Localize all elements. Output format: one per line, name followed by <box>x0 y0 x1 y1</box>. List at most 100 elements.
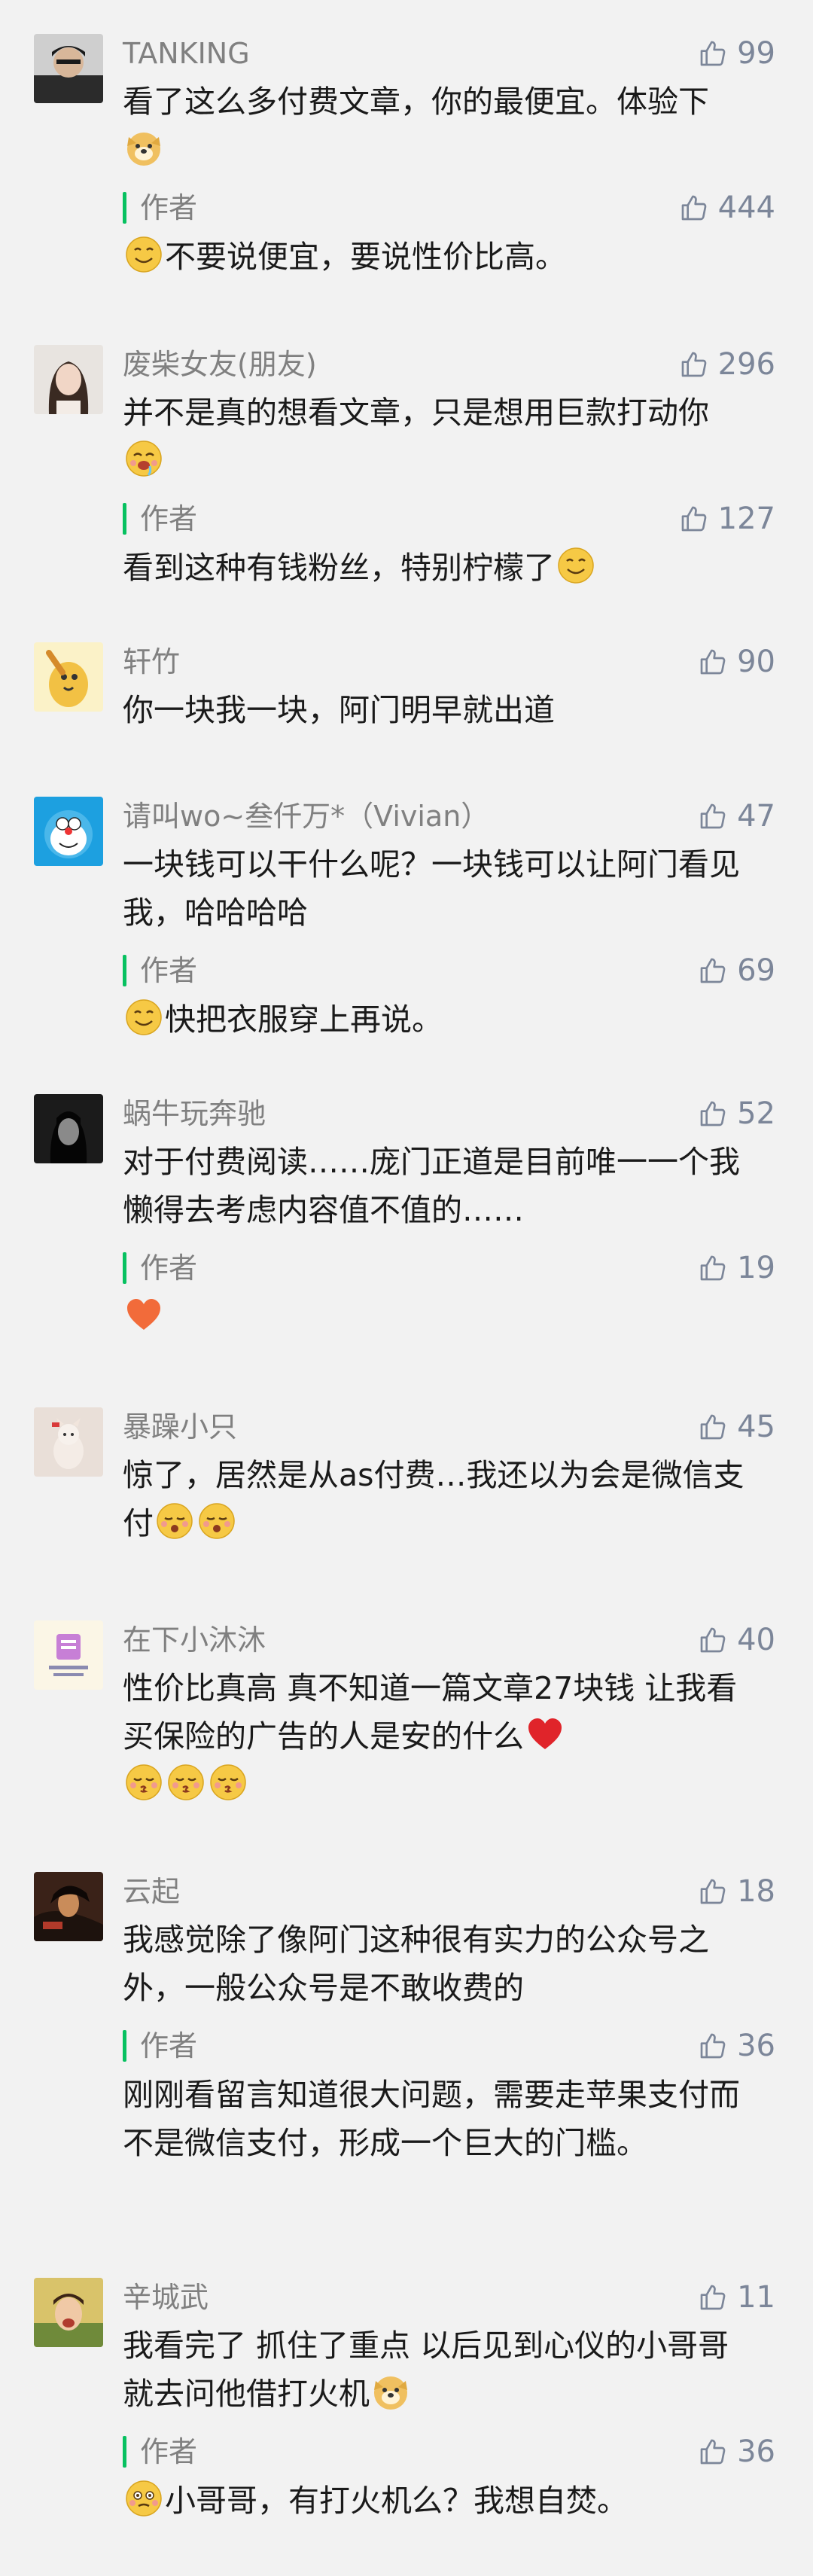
reply-text-body: 小哥哥，有打火机么？我想自焚。 <box>165 2483 628 2519</box>
like-count: 45 <box>737 1410 775 1444</box>
reply-text: 小哥哥，有打火机么？我想自焚。 <box>123 2477 748 2525</box>
nickname[interactable]: 辛城武 <box>123 2278 209 2317</box>
thumbs-up-icon <box>700 41 726 66</box>
like-button[interactable]: 40 <box>698 1620 775 1660</box>
thumbs-up-icon <box>700 1414 726 1440</box>
reply-text: 快把衣服穿上再说。 <box>123 995 748 1044</box>
nickname[interactable]: 轩竹 <box>123 642 180 681</box>
thumbs-up-icon <box>681 352 707 377</box>
thumbs-up-icon <box>700 2285 726 2310</box>
avatar[interactable] <box>34 797 103 866</box>
thumbs-up-icon <box>700 958 726 983</box>
nickname[interactable]: 请叫wo~叁仟万*（Vivian） <box>123 797 489 836</box>
like-count: 36 <box>737 2434 775 2469</box>
nickname[interactable]: 暴躁小只 <box>123 1407 237 1447</box>
reply-like-button[interactable]: 36 <box>698 2026 775 2065</box>
reply-text: 看到这种有钱粉丝，特别柠檬了 <box>123 544 748 592</box>
like-button[interactable]: 47 <box>698 797 775 836</box>
comment-text-body: 并不是真的想看文章，只是想用巨款打动你 <box>123 395 709 431</box>
smile-emoji-icon <box>124 998 163 1037</box>
author-bar <box>123 192 126 224</box>
doge-emoji-icon <box>124 128 163 167</box>
thumbs-up-icon <box>681 195 707 221</box>
like-count: 444 <box>717 191 775 225</box>
like-count: 90 <box>737 645 775 679</box>
author-label: 作者 <box>140 502 198 535</box>
reply-like-button[interactable]: 444 <box>679 188 775 227</box>
author-bar <box>123 2030 126 2062</box>
comment-item: 暴躁小只 45 惊了，居然是从as付费…我还以为会是微信支付 <box>0 1407 813 1558</box>
comment-text: 你一块我一块，阿门明早就出道 <box>123 686 748 734</box>
avatar[interactable] <box>34 1620 103 1690</box>
kiss-emoji-icon <box>209 1763 248 1802</box>
like-count: 47 <box>737 799 775 834</box>
like-button[interactable]: 52 <box>698 1094 775 1133</box>
reply-like-button[interactable]: 127 <box>679 499 775 538</box>
comment-item: 废柴女友(朋友) 296 并不是真的想看文章，只是想用巨款打动你 作者 127 … <box>0 345 813 601</box>
like-count: 127 <box>717 501 775 536</box>
comment-text-body: 一块钱可以干什么呢？一块钱可以让阿门看见我，哈哈哈哈 <box>123 846 740 931</box>
reply-text-body: 不要说便宜，要说性价比高。 <box>165 239 566 275</box>
author-bar <box>123 1252 126 1284</box>
comment-text-body: 性价比真高 真不知道一篇文章27块钱 让我看买保险的广告的人是安的什么 <box>123 1670 738 1754</box>
like-button[interactable]: 90 <box>698 642 775 681</box>
author-reply-label: 作者 <box>123 951 197 990</box>
like-count: 52 <box>737 1096 775 1131</box>
comment-item: 请叫wo~叁仟万*（Vivian） 47 一块钱可以干什么呢？一块钱可以让阿门看… <box>0 797 813 1053</box>
thumbs-up-icon <box>681 506 707 532</box>
reply-like-button[interactable]: 19 <box>698 1248 775 1288</box>
nickname[interactable]: 在下小沐沐 <box>123 1620 266 1660</box>
avatar[interactable] <box>34 34 103 103</box>
like-count: 11 <box>737 2280 775 2315</box>
avatar[interactable] <box>34 642 103 712</box>
nickname[interactable]: TANKING <box>123 34 250 73</box>
nickname[interactable]: 蜗牛玩奔驰 <box>123 1094 266 1133</box>
flush-emoji-icon <box>124 2479 163 2518</box>
reply-like-button[interactable]: 69 <box>698 951 775 990</box>
avatar[interactable] <box>34 1094 103 1163</box>
comment-text: 惊了，居然是从as付费…我还以为会是微信支付 <box>123 1451 748 1547</box>
reply-text: 刚刚看留言知道很大问题，需要走苹果支付而不是微信支付，形成一个巨大的门槛。 <box>123 2071 748 2167</box>
author-reply-label: 作者 <box>123 2026 197 2065</box>
comment-text-body: 我看完了 抓住了重点 以后见到心仪的小哥哥就去问他借打火机 <box>123 2328 729 2412</box>
smile-emoji-icon <box>124 235 163 274</box>
comment-text-body: 你一块我一块，阿门明早就出道 <box>123 692 555 728</box>
avatar[interactable] <box>34 345 103 414</box>
comment-item: 在下小沐沐 40 性价比真高 真不知道一篇文章27块钱 让我看买保险的广告的人是… <box>0 1620 813 1824</box>
like-button[interactable]: 99 <box>698 34 775 73</box>
avatar[interactable] <box>34 1407 103 1477</box>
author-reply-label: 作者 <box>123 188 197 227</box>
kiss-emoji-icon <box>166 1763 206 1802</box>
nickname[interactable]: 云起 <box>123 1872 180 1911</box>
comment-text: 对于付费阅读……庞门正道是目前唯一一个我懒得去考虑内容值不值的…… <box>123 1138 748 1234</box>
comment-text-body: 看了这么多付费文章，你的最便宜。体验下 <box>123 84 709 120</box>
reply-text-body: 看到这种有钱粉丝，特别柠檬了 <box>123 550 555 586</box>
reply-text <box>123 1293 748 1341</box>
comment-text: 看了这么多付费文章，你的最便宜。体验下 <box>123 78 748 174</box>
like-count: 19 <box>737 1251 775 1285</box>
comment-text-body: 对于付费阅读……庞门正道是目前唯一一个我懒得去考虑内容值不值的…… <box>123 1144 740 1228</box>
author-label: 作者 <box>140 2029 198 2062</box>
like-button[interactable]: 18 <box>698 1872 775 1911</box>
comment-text-body: 我感觉除了像阿门这种很有实力的公众号之外，一般公众号是不敢收费的 <box>123 1922 709 2006</box>
nickname[interactable]: 废柴女友(朋友) <box>123 345 317 384</box>
comment-item: 云起 18 我感觉除了像阿门这种很有实力的公众号之外，一般公众号是不敢收费的 作… <box>0 1872 813 2218</box>
like-button[interactable]: 45 <box>698 1407 775 1447</box>
thumbs-up-icon <box>700 803 726 829</box>
author-label: 作者 <box>140 954 198 987</box>
like-button[interactable]: 11 <box>698 2278 775 2317</box>
thumbs-up-icon <box>700 1101 726 1126</box>
comment-text: 性价比真高 真不知道一篇文章27块钱 让我看买保险的广告的人是安的什么 <box>123 1664 748 1809</box>
reply-like-button[interactable]: 36 <box>698 2432 775 2471</box>
author-bar <box>123 955 126 986</box>
thumbs-up-icon <box>700 649 726 675</box>
doge-emoji-icon <box>371 2372 410 2411</box>
avatar[interactable] <box>34 2278 103 2347</box>
like-button[interactable]: 296 <box>679 345 775 384</box>
reply-text-body: 刚刚看留言知道很大问题，需要走苹果支付而不是微信支付，形成一个巨大的门槛。 <box>123 2077 740 2161</box>
comment-item: 辛城武 11 我看完了 抓住了重点 以后见到心仪的小哥哥就去问他借打火机 作者 … <box>0 2278 813 2534</box>
avatar[interactable] <box>34 1872 103 1941</box>
author-reply-label: 作者 <box>123 1248 197 1288</box>
author-label: 作者 <box>140 2435 198 2468</box>
shy-emoji-icon <box>197 1501 236 1541</box>
